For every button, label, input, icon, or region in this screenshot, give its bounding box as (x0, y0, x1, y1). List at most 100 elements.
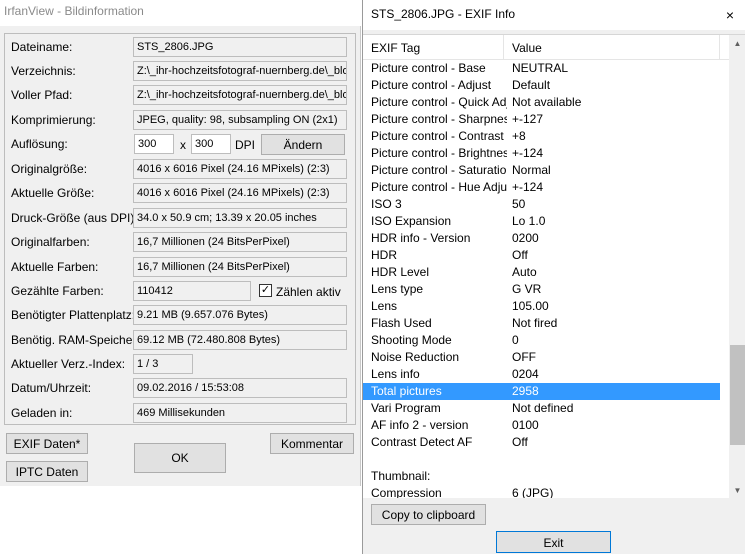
field-komprimierung[interactable]: JPEG, quality: 98, subsampling ON (2x1) (133, 110, 347, 130)
exif-tag-cell: Picture control - Sharpness (371, 112, 507, 126)
label-originalfarben: Originalfarben: (11, 235, 90, 249)
exif-tag-cell: HDR Level (371, 265, 430, 279)
exif-row[interactable]: ISO 3 50 (363, 196, 720, 213)
field-datum-uhrzeit[interactable]: 09.02.2016 / 15:53:08 (133, 378, 347, 398)
field-verz-index[interactable]: 1 / 3 (133, 354, 193, 374)
exif-tag-cell: HDR (371, 248, 397, 262)
exif-row[interactable]: Thumbnail: (363, 468, 720, 485)
exif-row[interactable]: Picture control - Hue Adju... +-124 (363, 179, 720, 196)
exif-value-cell: 2958 (512, 384, 539, 398)
exif-row[interactable]: HDR Off (363, 247, 720, 264)
copy-to-clipboard-button[interactable]: Copy to clipboard (371, 504, 486, 525)
exif-tag-cell: Lens type (371, 282, 424, 296)
exif-row[interactable]: HDR info - Version 0200 (363, 230, 720, 247)
exif-tag-cell: Lens (371, 299, 398, 313)
label-aktuelle-groesse: Aktuelle Größe: (11, 186, 95, 200)
resolution-x-input[interactable]: 300 (134, 134, 174, 154)
exif-row[interactable]: Picture control - Brightness +-124 (363, 145, 720, 162)
exif-value-cell: Not available (512, 95, 582, 109)
exif-row[interactable]: Picture control - Contrast +8 (363, 128, 720, 145)
exif-row[interactable]: Flash Used Not fired (363, 315, 720, 332)
exit-button[interactable]: Exit (496, 531, 611, 553)
exif-value-cell: Off (512, 248, 528, 262)
field-druck-groesse[interactable]: 34.0 x 50.9 cm; 13.39 x 20.05 inches (133, 208, 347, 228)
field-originalfarben[interactable]: 16,7 Millionen (24 BitsPerPixel) (133, 232, 347, 252)
ok-button[interactable]: OK (134, 443, 226, 473)
exif-row[interactable]: Total pictures 2958 (363, 383, 720, 400)
exif-row[interactable]: Compression 6 (JPG) (363, 485, 720, 498)
column-header-tag[interactable]: EXIF Tag (371, 41, 420, 55)
scroll-down-icon[interactable]: ▼ (729, 482, 745, 498)
scroll-up-icon[interactable]: ▲ (729, 35, 745, 52)
exif-tag-cell: Compression (371, 486, 442, 498)
field-plattenplatz[interactable]: 9.21 MB (9.657.076 Bytes) (133, 305, 347, 325)
label-ram-speicher: Benötig. RAM-Speicher: (11, 333, 140, 347)
field-dateiname[interactable]: STS_2806.JPG (133, 37, 347, 57)
exif-window-title: STS_2806.JPG - EXIF Info (371, 7, 516, 21)
exif-row[interactable]: Picture control - Adjust Default (363, 77, 720, 94)
field-aktuelle-groesse[interactable]: 4016 x 6016 Pixel (24.16 MPixels) (2:3) (133, 183, 347, 203)
exif-data-button[interactable]: EXIF Daten* (6, 433, 88, 454)
comment-button[interactable]: Kommentar (270, 433, 354, 454)
exif-window-titlebar[interactable]: STS_2806.JPG - EXIF Info × (363, 0, 745, 30)
count-colors-checkbox[interactable]: ✓ (259, 284, 272, 297)
exif-row[interactable]: ISO Expansion Lo 1.0 (363, 213, 720, 230)
change-resolution-button[interactable]: Ändern (261, 134, 345, 155)
exif-row[interactable]: Picture control - Base NEUTRAL (363, 60, 720, 77)
exif-value-cell: +8 (512, 129, 526, 143)
exif-row[interactable]: HDR Level Auto (363, 264, 720, 281)
exif-row[interactable]: Picture control - Quick Adj... Not availa… (363, 94, 720, 111)
exif-value-cell: 0100 (512, 418, 539, 432)
iptc-data-button[interactable]: IPTC Daten (6, 461, 88, 482)
exif-row[interactable]: Lens 105.00 (363, 298, 720, 315)
label-verz-index: Aktueller Verz.-Index: (11, 357, 126, 371)
exif-tag-cell: Vari Program (371, 401, 441, 415)
label-plattenplatz: Benötigter Plattenplatz: (11, 308, 136, 322)
label-originalgroesse: Originalgröße: (11, 162, 88, 176)
exif-list[interactable]: EXIF Tag Value Picture control - Base NEU… (363, 34, 745, 498)
exif-row[interactable]: Picture control - Saturation Normal (363, 162, 720, 179)
window-title: IrfanView - Bildinformation (4, 4, 144, 18)
field-voller-pfad[interactable]: Z:\_ihr-hochzeitsfotograf-nuernberg.de\_… (133, 85, 347, 105)
exif-row[interactable] (363, 451, 720, 468)
scrollbar-thumb[interactable] (730, 345, 745, 445)
field-ram-speicher[interactable]: 69.12 MB (72.480.808 Bytes) (133, 330, 347, 350)
exif-row[interactable]: Shooting Mode 0 (363, 332, 720, 349)
exif-value-cell: OFF (512, 350, 536, 364)
resolution-y-input[interactable]: 300 (191, 134, 231, 154)
column-separator[interactable] (719, 35, 720, 59)
exif-tag-cell: Flash Used (371, 316, 432, 330)
exif-tag-cell: Picture control - Adjust (371, 78, 492, 92)
close-icon[interactable]: × (716, 3, 744, 27)
exif-row[interactable]: AF info 2 - version 0100 (363, 417, 720, 434)
exif-value-cell: Not fired (512, 316, 558, 330)
label-verzeichnis: Verzeichnis: (11, 64, 76, 78)
exif-row[interactable]: Lens info 0204 (363, 366, 720, 383)
column-separator[interactable] (503, 35, 504, 59)
exif-row[interactable]: Noise Reduction OFF (363, 349, 720, 366)
field-geladen-in[interactable]: 469 Millisekunden (133, 403, 347, 423)
label-druck-groesse: Druck-Größe (aus DPI): (11, 211, 138, 225)
label-komprimierung: Komprimierung: (11, 113, 96, 127)
exif-row[interactable]: Vari Program Not defined (363, 400, 720, 417)
field-gezaehlte-farben[interactable]: 110412 (133, 281, 251, 301)
exif-value-cell: Not defined (512, 401, 574, 415)
exif-row[interactable]: Contrast Detect AF Off (363, 434, 720, 451)
exif-tag-cell: Picture control - Brightness (371, 146, 507, 160)
vertical-scrollbar[interactable]: ▲ ▼ (729, 35, 745, 498)
field-originalgroesse[interactable]: 4016 x 6016 Pixel (24.16 MPixels) (2:3) (133, 159, 347, 179)
exif-tag-cell: Picture control - Hue Adju... (371, 180, 507, 194)
label-voller-pfad: Voller Pfad: (11, 88, 73, 102)
exif-tag-cell: Picture control - Saturation (371, 163, 507, 177)
exif-value-cell: +-127 (512, 112, 544, 126)
field-verzeichnis[interactable]: Z:\_ihr-hochzeitsfotograf-nuernberg.de\_… (133, 61, 347, 81)
window-titlebar[interactable]: IrfanView - Bildinformation (0, 0, 361, 26)
exif-row[interactable]: Picture control - Sharpness +-127 (363, 111, 720, 128)
field-aktuelle-farben[interactable]: 16,7 Millionen (24 BitsPerPixel) (133, 257, 347, 277)
column-header-value[interactable]: Value (512, 41, 542, 55)
exif-row[interactable]: Lens type G VR (363, 281, 720, 298)
exif-tag-cell: Picture control - Base (371, 61, 486, 75)
label-dateiname: Dateiname: (11, 40, 73, 54)
exif-value-cell: G VR (512, 282, 542, 296)
exif-value-cell: Off (512, 435, 528, 449)
